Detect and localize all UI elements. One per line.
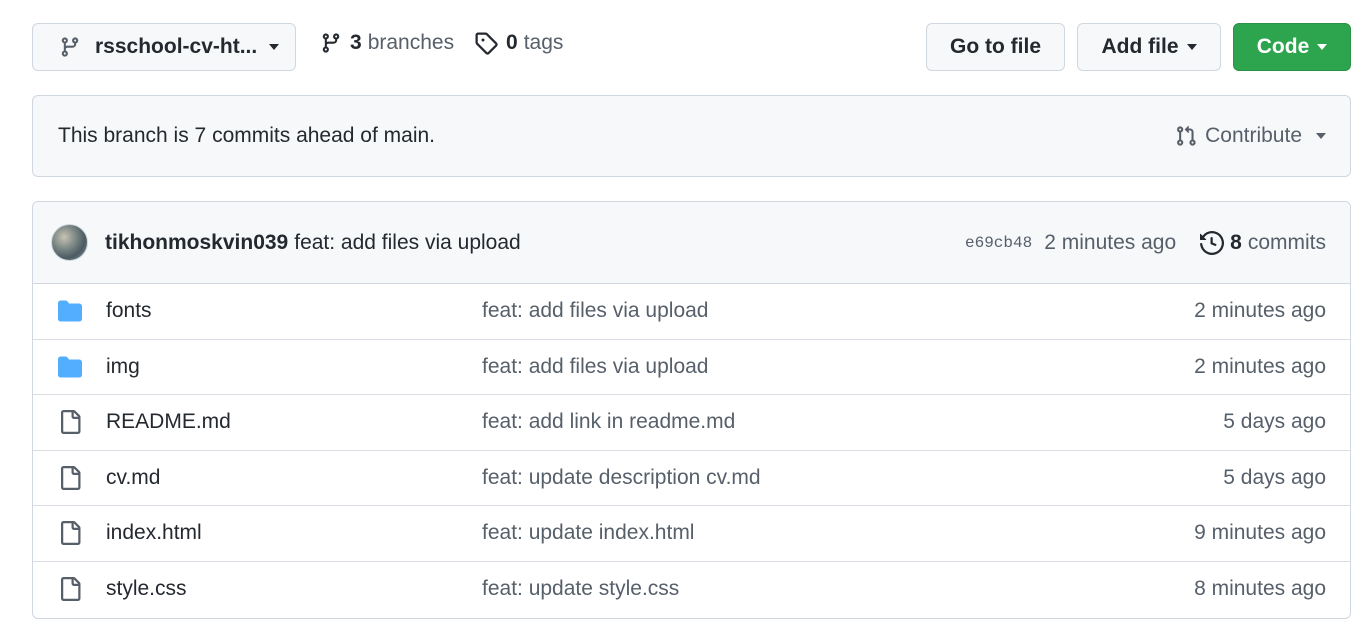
file-listing: tikhonmoskvin039 feat: add files via upl… <box>32 201 1351 619</box>
file-row[interactable]: style.css feat: update style.css 8 minut… <box>33 562 1350 618</box>
file-commit-message[interactable]: feat: update index.html <box>482 521 694 545</box>
file-commit-message[interactable]: feat: add link in readme.md <box>482 410 735 434</box>
file-age: 2 minutes ago <box>1194 354 1326 378</box>
latest-commit-header: tikhonmoskvin039 feat: add files via upl… <box>33 202 1350 284</box>
chevron-down-icon <box>269 44 280 50</box>
commits-count: 8 <box>1230 230 1242 254</box>
git-pull-request-icon <box>1177 125 1196 146</box>
tags-label: tags <box>523 31 564 54</box>
folder-icon <box>58 300 82 322</box>
latest-commit-message[interactable]: feat: add files via upload <box>294 231 521 255</box>
go-to-file-button[interactable]: Go to file <box>926 23 1065 71</box>
contribute-dropdown[interactable]: Contribute <box>1175 124 1326 148</box>
file-name[interactable]: fonts <box>106 299 152 323</box>
tags-count: 0 <box>506 31 518 54</box>
git-branch-icon <box>61 37 79 57</box>
file-name[interactable]: cv.md <box>106 466 160 490</box>
file-row[interactable]: fonts feat: add files via upload 2 minut… <box>33 284 1350 340</box>
file-age: 8 minutes ago <box>1194 577 1326 601</box>
go-to-file-label: Go to file <box>950 35 1041 58</box>
file-age: 5 days ago <box>1223 410 1326 434</box>
chevron-down-icon <box>1186 44 1197 50</box>
file-icon <box>61 410 81 435</box>
add-file-button[interactable]: Add file <box>1077 23 1221 71</box>
file-name[interactable]: img <box>106 355 140 379</box>
file-age: 5 days ago <box>1223 465 1326 489</box>
commit-sha[interactable]: e69cb48 <box>965 234 1032 252</box>
add-file-label: Add file <box>1101 35 1179 58</box>
branches-label: branches <box>367 31 455 54</box>
branches-count: 3 <box>350 31 362 54</box>
file-age: 9 minutes ago <box>1194 521 1326 545</box>
tag-icon <box>475 32 498 55</box>
file-row[interactable]: img feat: add files via upload 2 minutes… <box>33 340 1350 395</box>
file-icon <box>61 577 81 602</box>
history-icon <box>1200 230 1225 255</box>
branch-status-banner: This branch is 7 commits ahead of main. … <box>32 95 1351 177</box>
file-icon <box>61 521 81 546</box>
file-commit-message[interactable]: feat: update style.css <box>482 577 679 601</box>
file-name[interactable]: style.css <box>106 577 187 601</box>
code-button[interactable]: Code <box>1233 23 1351 71</box>
commit-author[interactable]: tikhonmoskvin039 <box>105 231 288 255</box>
branches-link[interactable]: 3 branches <box>320 31 454 55</box>
tags-link[interactable]: 0 tags <box>474 31 563 55</box>
avatar[interactable] <box>51 224 88 261</box>
branch-name: rsschool-cv-ht... <box>95 35 258 58</box>
file-icon <box>61 465 81 490</box>
file-name[interactable]: README.md <box>106 410 231 434</box>
chevron-down-icon <box>1317 44 1328 50</box>
file-row[interactable]: index.html feat: update index.html 9 min… <box>33 506 1350 562</box>
folder-icon <box>58 356 82 378</box>
code-label: Code <box>1256 35 1310 58</box>
file-commit-message[interactable]: feat: add files via upload <box>482 355 709 379</box>
git-branch-icon <box>322 33 340 53</box>
branch-select-button[interactable]: rsschool-cv-ht... <box>32 23 296 71</box>
contribute-label: Contribute <box>1205 124 1302 147</box>
commits-history-link[interactable]: 8 commits <box>1200 231 1326 255</box>
file-commit-message[interactable]: feat: update description cv.md <box>482 466 761 490</box>
file-age: 2 minutes ago <box>1194 299 1326 323</box>
file-row[interactable]: cv.md feat: update description cv.md 5 d… <box>33 451 1350 506</box>
commit-time: 2 minutes ago <box>1044 230 1177 254</box>
branch-status-message: This branch is 7 commits ahead of main. <box>58 124 435 147</box>
chevron-down-icon <box>1316 133 1326 139</box>
file-commit-message[interactable]: feat: add files via upload <box>482 299 709 323</box>
commits-label: commits <box>1247 230 1326 254</box>
file-name[interactable]: index.html <box>106 521 202 545</box>
file-row[interactable]: README.md feat: add link in readme.md 5 … <box>33 395 1350 451</box>
